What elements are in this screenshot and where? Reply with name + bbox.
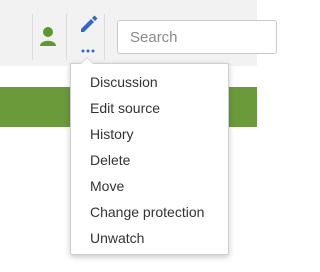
toolbar-divider (104, 14, 105, 60)
menu-item-unwatch[interactable]: Unwatch (71, 225, 228, 251)
menu-item-history[interactable]: History (71, 121, 228, 147)
menu-item-change-protection[interactable]: Change protection (71, 199, 228, 225)
toolbar-divider (66, 14, 67, 60)
pencil-icon (81, 15, 98, 32)
menu-item-discussion[interactable]: Discussion (71, 69, 228, 95)
menu-item-delete[interactable]: Delete (71, 147, 228, 173)
search-input[interactable] (117, 20, 277, 54)
menu-item-move[interactable]: Move (71, 173, 228, 199)
menu-item-edit-source[interactable]: Edit source (71, 95, 228, 121)
user-button[interactable] (36, 24, 60, 50)
toolbar-divider (32, 14, 33, 60)
ellipsis-icon[interactable] (80, 42, 96, 56)
edit-button[interactable] (72, 12, 102, 62)
menu-caret (80, 57, 94, 64)
toolbar (0, 0, 277, 66)
user-icon (40, 27, 56, 46)
page-actions-menu: Discussion Edit source History Delete Mo… (70, 57, 229, 255)
